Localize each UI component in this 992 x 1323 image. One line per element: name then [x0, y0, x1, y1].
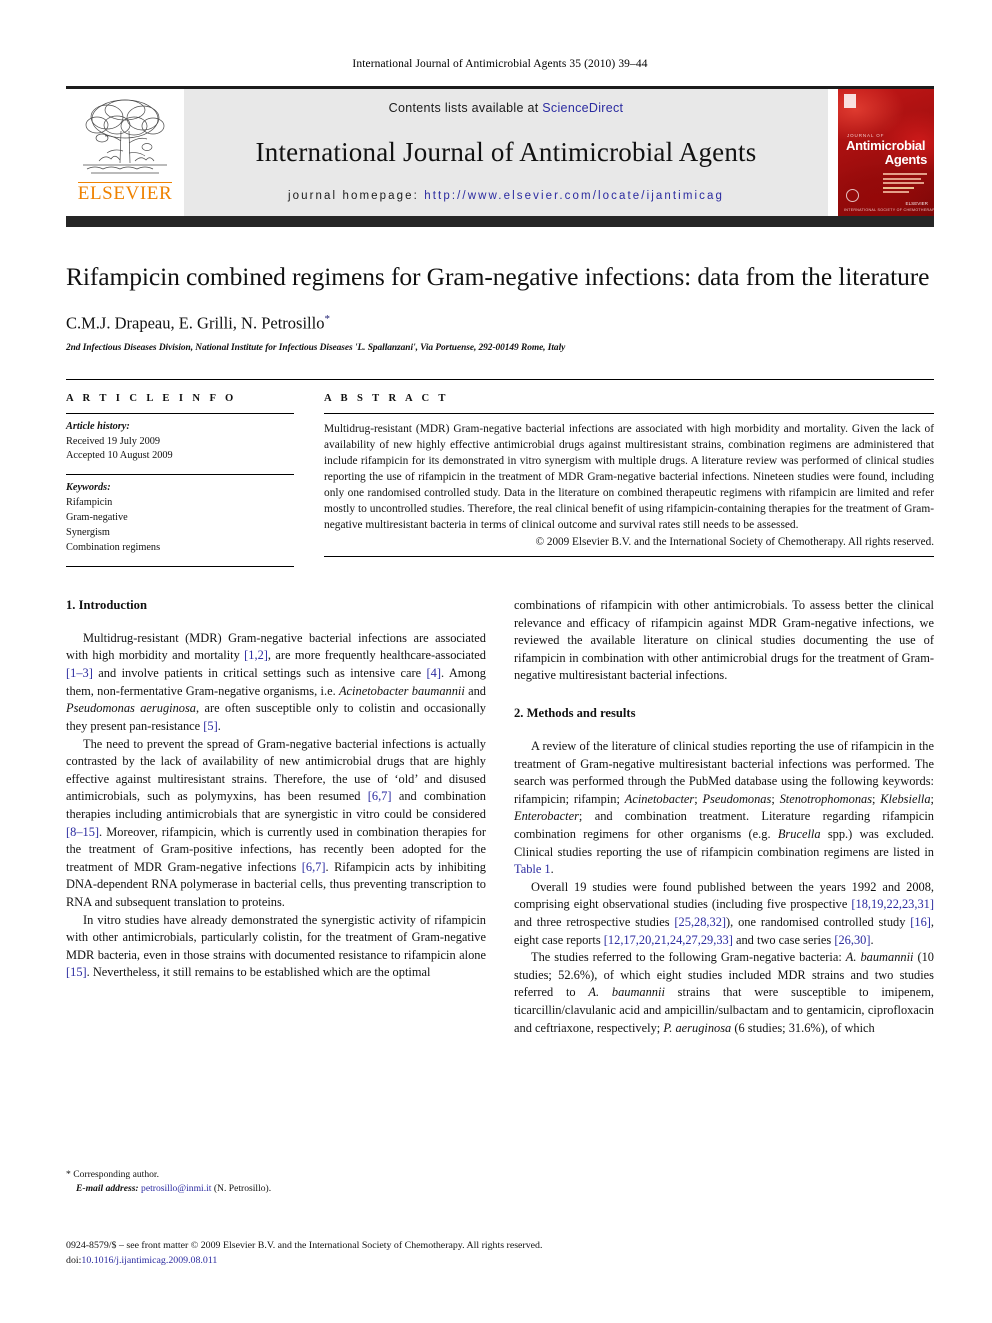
abstract-copyright: © 2009 Elsevier B.V. and the Internation…	[535, 536, 934, 549]
email-line: E-mail address: petrosillo@inmi.it (N. P…	[66, 1182, 486, 1196]
page-footer: 0924-8579/$ – see front matter © 2009 El…	[66, 1238, 934, 1269]
journal-title: International Journal of Antimicrobial A…	[255, 136, 757, 167]
doi-link[interactable]: 10.1016/j.ijantimicag.2009.08.011	[81, 1255, 217, 1266]
corresponding-author-marker: *	[324, 313, 330, 326]
keyword-item: Gram-negative	[66, 512, 128, 524]
abstract-heading: A B S T R A C T	[324, 392, 449, 404]
article-info-heading: A R T I C L E I N F O	[66, 392, 237, 404]
article-history-received: Received 19 July 2009	[66, 435, 161, 447]
email-label: E-mail address:	[76, 1183, 139, 1195]
sciencedirect-band: Contents lists available at ScienceDirec…	[184, 89, 828, 216]
contents-line: Contents lists available at ScienceDirec…	[389, 101, 624, 115]
corresponding-author-note: * Corresponding author. E-mail address: …	[66, 1168, 486, 1197]
contents-prefix: Contents lists available at	[388, 101, 543, 115]
journal-masthead: ELSEVIER Contents lists available at Sci…	[66, 86, 934, 216]
homepage-prefix: journal homepage:	[287, 190, 425, 202]
keywords-label: Keywords:	[66, 482, 111, 494]
author-list: C.M.J. Drapeau, E. Grilli, N. Petrosillo…	[66, 313, 934, 334]
left-column: 1. Introduction Multidrug-resistant (MDR…	[66, 597, 486, 1037]
article-info-column: A R T I C L E I N F O Article history: R…	[66, 380, 294, 567]
elsevier-tree-icon	[83, 99, 167, 174]
page-title: Rifampicin combined regimens for Gram-ne…	[66, 262, 930, 291]
info-abstract-region: A R T I C L E I N F O Article history: R…	[66, 378, 934, 567]
abstract-bottom-rule	[324, 556, 934, 558]
cover-title-line2: Agents	[884, 152, 928, 167]
section-heading-introduction: 1. Introduction	[66, 597, 147, 612]
journal-cover-thumbnail[interactable]: JOURNAL OF Antimicrobial Agents INTERNAT…	[838, 89, 934, 216]
corresponding-author-line: * Corresponding author.	[66, 1169, 159, 1180]
running-head: International Journal of Antimicrobial A…	[352, 58, 648, 70]
paragraph-methods-1: A review of the literature of clinical s…	[514, 738, 934, 877]
elsevier-logo: ELSEVIER	[66, 89, 184, 216]
masthead-bottom-bar	[66, 216, 934, 227]
email-suffix: (N. Petrosillo).	[213, 1183, 272, 1195]
keyword-item: Rifampicin	[66, 497, 113, 509]
section-heading-methods: 2. Methods and results	[514, 706, 636, 721]
author-names: C.M.J. Drapeau, E. Grilli, N. Petrosillo	[66, 313, 325, 333]
article-history-label: Article history:	[66, 420, 130, 432]
doi-label: doi:	[66, 1255, 82, 1267]
cover-brand: ELSEVIER	[905, 201, 928, 207]
journal-homepage-line: journal homepage: http://www.elsevier.co…	[288, 190, 724, 202]
paragraph-methods-3: The studies referred to the following Gr…	[514, 950, 934, 1035]
keywords-group: Keywords: Rifampicin Gram-negative Syner…	[66, 475, 294, 566]
abstract-text: Multidrug-resistant (MDR) Gram-negative …	[324, 422, 934, 532]
paragraph-intro-3: In vitro studies have already demonstrat…	[66, 912, 486, 980]
cover-title-line1: Antimicrobial	[846, 138, 926, 153]
footnote-region: * Corresponding author. E-mail address: …	[66, 1168, 486, 1197]
doi-line: doi:10.1016/j.ijantimicag.2009.08.011	[66, 1253, 934, 1268]
paragraph-methods-2: Overall 19 studies were found published …	[514, 879, 935, 947]
sciencedirect-link[interactable]: ScienceDirect	[542, 101, 623, 115]
affiliation: 2nd Infectious Diseases Division, Nation…	[66, 342, 566, 353]
front-matter-line: 0924-8579/$ – see front matter © 2009 El…	[66, 1240, 543, 1251]
homepage-url-link[interactable]: http://www.elsevier.com/locate/ijantimic…	[424, 190, 724, 202]
article-history-group: Article history: Received 19 July 2009 A…	[66, 414, 294, 475]
page-content: International Journal of Antimicrobial A…	[66, 0, 934, 1037]
email-link[interactable]: petrosillo@inmi.it	[141, 1183, 211, 1194]
cover-elsevier-mark-icon	[844, 94, 856, 108]
title-block: Rifampicin combined regimens for Gram-ne…	[66, 261, 934, 353]
keyword-item: Combination regimens	[66, 542, 161, 554]
body-columns: 1. Introduction Multidrug-resistant (MDR…	[66, 597, 934, 1037]
abstract-column: A B S T R A C T Multidrug-resistant (MDR…	[324, 380, 934, 567]
right-column: combinations of rifampicin with other an…	[514, 597, 934, 1037]
elsevier-wordmark: ELSEVIER	[77, 182, 173, 204]
cover-text-lines	[883, 173, 927, 196]
article-history-accepted: Accepted 10 August 2009	[66, 450, 173, 462]
article-page: International Journal of Antimicrobial A…	[0, 0, 992, 1323]
paragraph-intro-2: The need to prevent the spread of Gram-n…	[66, 736, 487, 909]
article-info-bottom-rule	[66, 565, 294, 567]
paragraph-intro-1: Multidrug-resistant (MDR) Gram-negative …	[66, 630, 487, 733]
paragraph-intro-3-cont: combinations of rifampicin with other an…	[514, 597, 934, 683]
keyword-item: Synergism	[66, 527, 110, 539]
cover-seal-icon	[846, 189, 859, 202]
cover-footer-text: INTERNATIONAL SOCIETY OF CHEMOTHERAPY	[844, 208, 934, 212]
